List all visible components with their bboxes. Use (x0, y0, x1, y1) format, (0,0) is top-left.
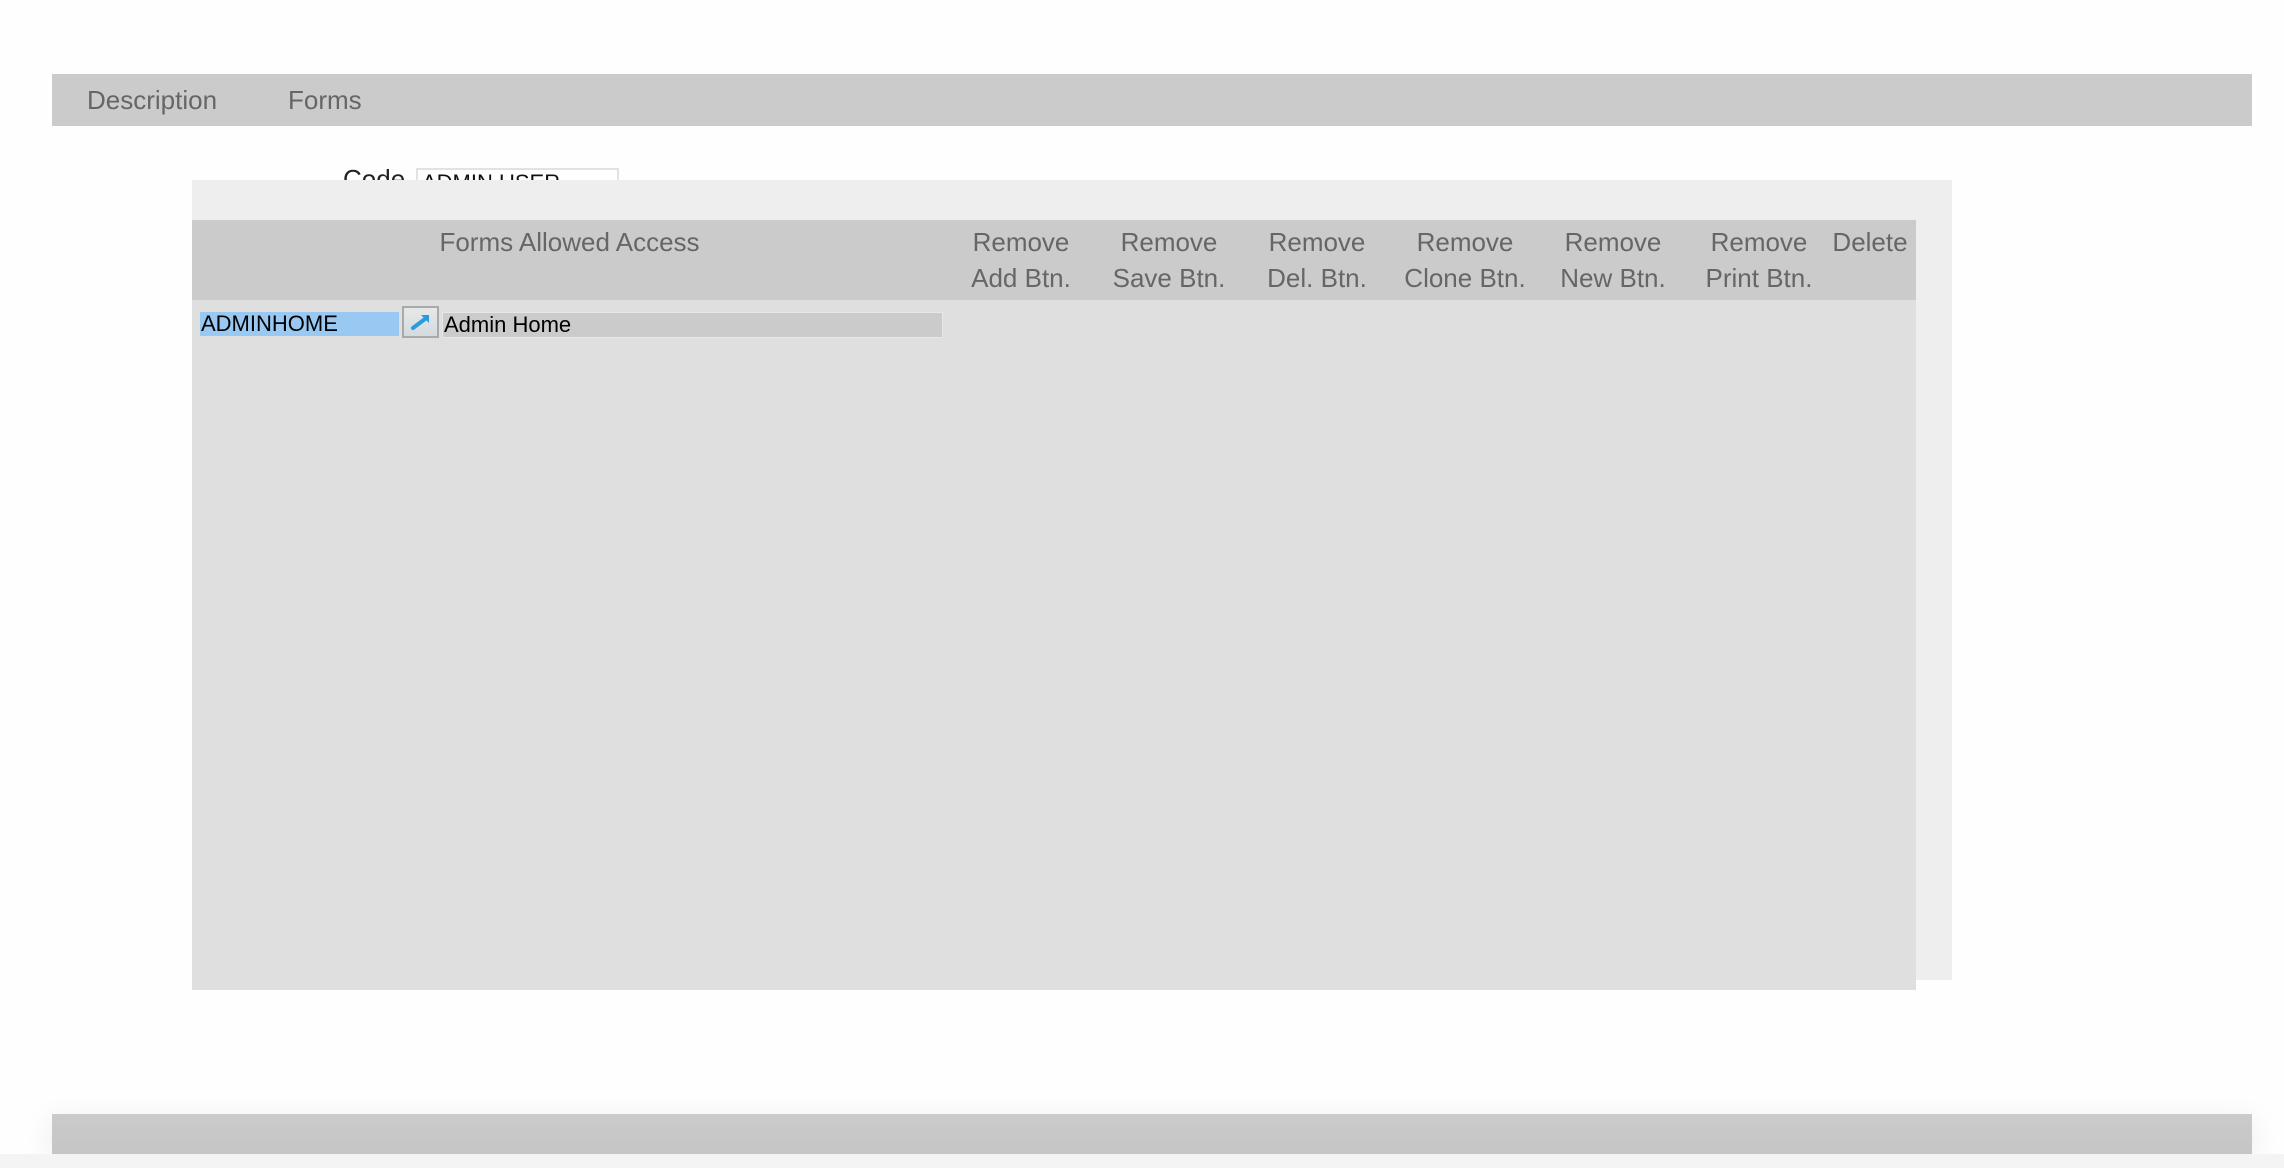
column-header-remove-new: Remove New Btn. (1539, 220, 1687, 300)
column-header-delete: Delete (1830, 220, 1910, 300)
open-link-arrow-icon (410, 315, 429, 330)
grid-header: Forms Allowed Access Remove Add Btn. Rem… (192, 220, 1916, 300)
column-header-line: Print Btn. (1705, 263, 1813, 293)
column-header-remove-clone: Remove Clone Btn. (1391, 220, 1539, 300)
column-header-line: Delete (1832, 227, 1908, 257)
form-code-input[interactable] (200, 312, 399, 336)
column-header-line: Remove (1710, 227, 1808, 257)
column-header-forms-allowed-access: Forms Allowed Access (192, 220, 947, 300)
forms-panel: Forms Allowed Access Remove Add Btn. Rem… (192, 180, 1952, 990)
tab-description[interactable]: Description (87, 74, 217, 126)
forms-grid: Forms Allowed Access Remove Add Btn. Rem… (192, 220, 1916, 990)
tab-bar: Description Forms (52, 74, 2252, 126)
column-header-line: Del. Btn. (1267, 263, 1367, 293)
column-header-line: Remove (1120, 227, 1218, 257)
column-header-line: Add Btn. (971, 263, 1071, 293)
column-header-remove-add: Remove Add Btn. (947, 220, 1095, 300)
column-header-remove-save: Remove Save Btn. (1095, 220, 1243, 300)
column-header-remove-print: Remove Print Btn. (1686, 220, 1832, 300)
tab-forms[interactable]: Forms (288, 74, 362, 126)
form-description-field (442, 312, 943, 338)
open-form-button[interactable] (402, 306, 439, 338)
column-header-line: Forms Allowed Access (439, 227, 700, 257)
table-row (192, 300, 1916, 340)
bottom-strip (0, 1154, 2284, 1168)
column-header-line: Remove (972, 227, 1070, 257)
column-header-line: Save Btn. (1112, 263, 1226, 293)
column-header-line: Clone Btn. (1404, 263, 1526, 293)
column-header-line: Remove (1564, 227, 1662, 257)
column-header-line: Remove (1268, 227, 1366, 257)
column-header-line: New Btn. (1560, 263, 1666, 293)
column-header-line: Remove (1416, 227, 1514, 257)
column-header-remove-del: Remove Del. Btn. (1243, 220, 1391, 300)
bottom-toolbar (52, 1114, 2252, 1154)
